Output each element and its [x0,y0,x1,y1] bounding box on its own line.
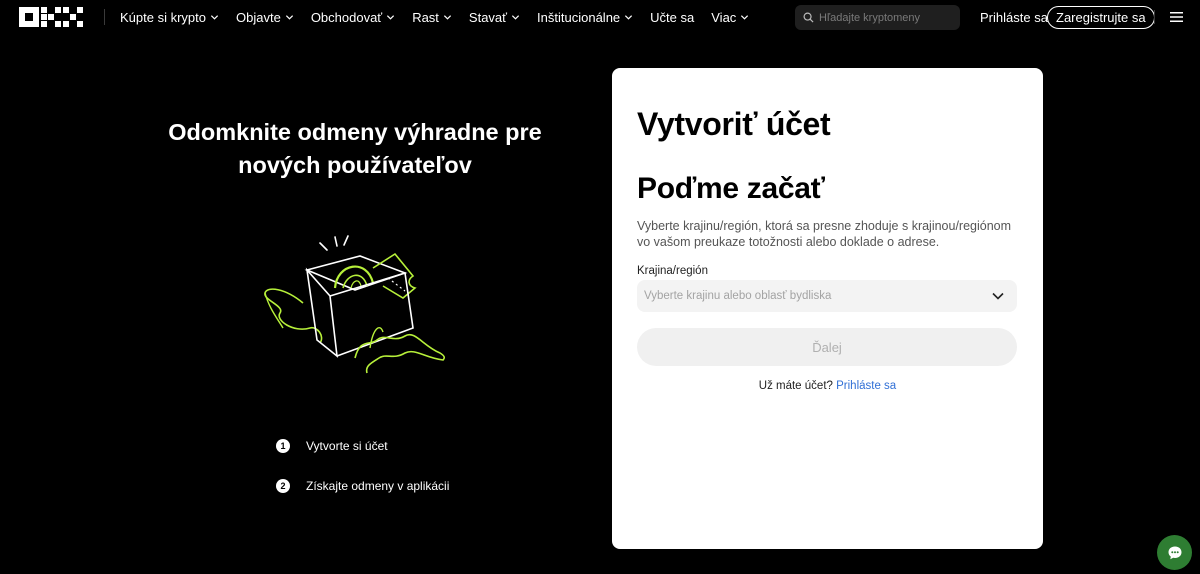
nav-menu-item[interactable]: Učte sa [650,10,694,25]
nav-menu-item[interactable]: Stavať [469,10,520,25]
step-1: 1 Vytvorte si účet [276,439,388,453]
main-menu: Kúpte si krypto Objavte Obchodovať Rast Stav… [120,0,766,34]
login-link[interactable]: Prihláste sa [980,10,1048,25]
chevron-down-icon [387,14,395,20]
nav-divider-right [1154,10,1155,24]
country-select-placeholder: Vyberte krajinu alebo oblasť bydliska [644,290,832,302]
have-account-row: Už máte účet? Prihláste sa [612,380,1043,392]
card-description: Vyberte krajinu/región, ktorá sa presne … [637,219,1012,249]
card-subtitle: Poďme začať [637,172,825,205]
top-navigation: Kúpte si krypto Objavte Obchodovať Rast Stav… [0,0,1200,34]
chevron-down-icon [625,14,633,20]
nav-divider [104,9,105,25]
nav-menu-label: Viac [711,9,737,25]
nav-menu-item[interactable]: Rast [412,10,452,25]
nav-menu-label: Stavať [468,9,508,25]
step-1-label: Vytvorte si účet [306,439,388,453]
hero-title-line1: Odomknite odmeny výhradne pre [168,119,542,145]
nav-menu-item[interactable]: Objavte [236,10,294,25]
chevron-down-icon [511,14,520,20]
hamburger-menu-icon[interactable] [1170,11,1183,23]
step-2-number: 2 [276,479,290,493]
step-2-label: Získajte odmeny v aplikácii [306,479,450,493]
hero-title-line2: nových používateľov [238,152,472,178]
step-1-number: 1 [276,439,290,453]
nav-menu-label: Objavte [236,9,281,25]
chevron-down-icon [741,14,749,20]
okx-logo[interactable] [19,7,83,27]
card-login-link[interactable]: Prihláste sa [836,380,896,392]
nav-menu-label: Inštitucionálne [537,9,621,25]
nav-menu-label: Obchodovať [310,9,383,25]
chevron-down-icon [992,292,1004,300]
signup-card: Vytvoriť účet Poďme začať Vyberte krajin… [612,68,1043,549]
gift-box-illustration [264,235,446,374]
next-button[interactable]: Ďalej [637,328,1017,366]
step-2: 2 Získajte odmeny v aplikácii [276,479,449,493]
signup-button[interactable]: Zaregistrujte sa [1047,6,1155,29]
search-icon [803,12,814,23]
nav-menu-item[interactable]: Kúpte si krypto [120,10,219,25]
country-select[interactable]: Vyberte krajinu alebo oblasť bydliska [637,280,1017,312]
chat-support-button[interactable] [1157,535,1192,570]
nav-menu-label: Kúpte si krypto [120,9,206,25]
search-input[interactable] [819,11,949,24]
have-account-text: Už máte účet? [758,380,833,392]
chevron-down-icon [210,14,219,20]
chevron-down-icon [285,14,293,20]
search-box[interactable] [795,5,960,30]
hero-title: Odomknite odmeny výhradne pre nových pou… [130,116,580,182]
nav-menu-label: Rast [412,9,439,25]
nav-menu-label: Učte sa [650,9,695,25]
nav-menu-item[interactable]: Viac [711,10,749,25]
chat-bubble-icon [1168,546,1181,559]
chevron-down-icon [443,14,451,20]
country-label: Krajina/región [637,265,708,277]
nav-menu-item[interactable]: Obchodovať [311,10,395,25]
card-title: Vytvoriť účet [637,106,831,142]
nav-menu-item[interactable]: Inštitucionálne [537,10,633,25]
